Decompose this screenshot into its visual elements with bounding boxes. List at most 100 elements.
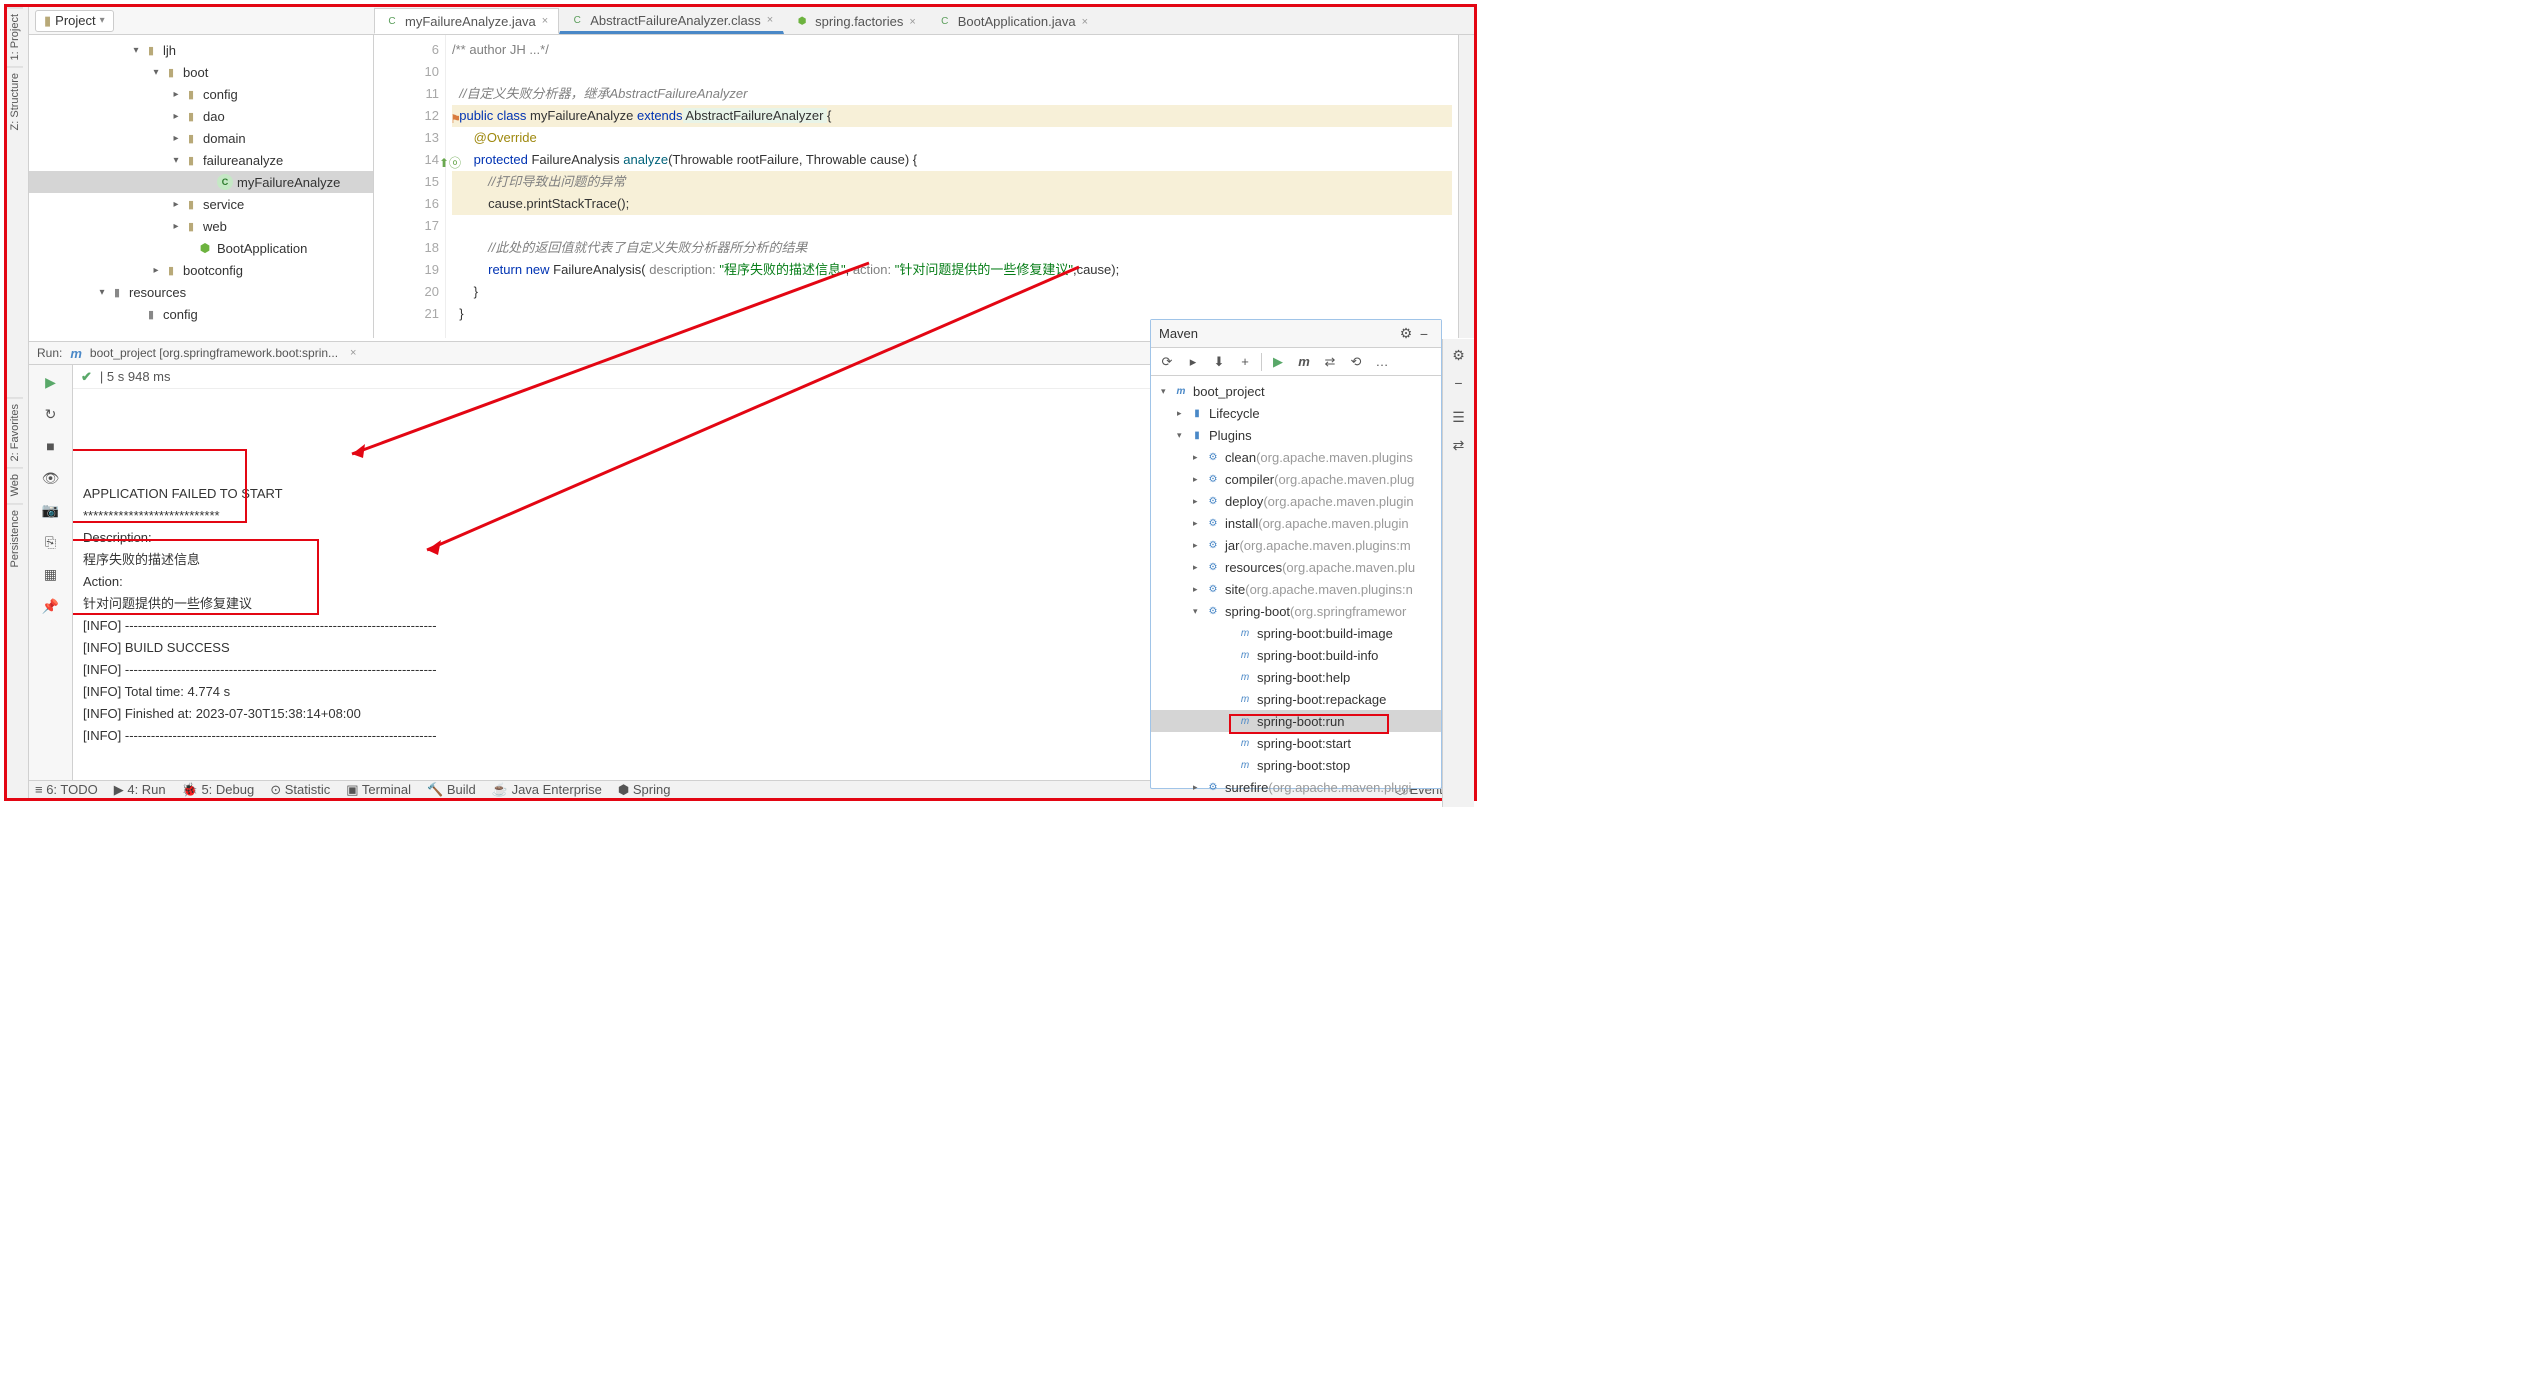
tree-item[interactable]: CmyFailureAnalyze xyxy=(29,171,373,193)
gear-icon[interactable]: ⚙ xyxy=(1397,325,1415,342)
tree-item[interactable]: ▸▮bootconfig xyxy=(29,259,373,281)
maven-tool-icon[interactable]: ⟲ xyxy=(1346,352,1366,372)
db-icon[interactable]: ☰ xyxy=(1449,407,1469,427)
tool-icon[interactable]: ⇄ xyxy=(1449,435,1469,455)
editor-tab[interactable]: ⬢spring.factories× xyxy=(784,8,927,34)
code-editor[interactable]: 6101112⚑1314⬆ⓞ15161718192021 /** author … xyxy=(374,35,1458,338)
maven-tree-item[interactable]: ▾⚙spring-boot (org.springframewor xyxy=(1151,600,1441,622)
maven-tree-item[interactable]: mspring-boot:repackage xyxy=(1151,688,1441,710)
close-icon[interactable]: × xyxy=(350,347,356,359)
layout-icon[interactable]: ▦ xyxy=(40,563,62,585)
maven-tree-item[interactable]: ▸⚙site (org.apache.maven.plugins:n xyxy=(1151,578,1441,600)
tree-item[interactable]: ▸▮dao xyxy=(29,105,373,127)
lefttab-web[interactable]: Web xyxy=(7,467,23,502)
maven-tree-item[interactable]: ▸▮Lifecycle xyxy=(1151,402,1441,424)
maven-tree-item[interactable]: ▸⚙clean (org.apache.maven.plugins xyxy=(1151,446,1441,468)
project-view-selector[interactable]: ▮ Project ▾ xyxy=(35,10,114,32)
maven-tool-icon[interactable]: ⬇ xyxy=(1209,352,1229,372)
gear-icon[interactable]: ⚙ xyxy=(1449,345,1469,365)
maven-tool-icon[interactable]: ▶ xyxy=(1268,352,1288,372)
maven-tree-item[interactable]: ▸⚙surefire (org.apache.maven.plugi xyxy=(1151,776,1441,798)
lefttab-persist[interactable]: Persistence xyxy=(7,503,23,573)
run-label: Run: xyxy=(37,346,62,360)
maven-tree-item[interactable]: mspring-boot:stop xyxy=(1151,754,1441,776)
tree-item[interactable]: ▮config xyxy=(29,303,373,325)
tree-item[interactable]: ▸▮domain xyxy=(29,127,373,149)
maven-tool-icon[interactable]: m xyxy=(1294,352,1314,372)
tree-item[interactable]: ▸▮web xyxy=(29,215,373,237)
maven-tree-item[interactable]: mspring-boot:build-image xyxy=(1151,622,1441,644)
folder-icon: ▮ xyxy=(44,13,51,29)
maven-title: Maven xyxy=(1159,326,1198,341)
bottom-tab[interactable]: ☕ Java Enterprise xyxy=(492,782,602,798)
maven-tool-icon[interactable]: … xyxy=(1372,352,1392,372)
chevron-icon: ▾ xyxy=(149,67,163,78)
tree-item[interactable]: ▾▮ljh xyxy=(29,39,373,61)
bottom-tab[interactable]: 🐞 5: Debug xyxy=(182,782,255,798)
lefttab-structure[interactable]: Z: Structure xyxy=(7,66,23,136)
close-icon[interactable]: × xyxy=(909,16,915,28)
tree-item[interactable]: ▸▮config xyxy=(29,83,373,105)
code-ty: FailureAnalysis xyxy=(528,152,623,167)
editor-tab[interactable]: CAbstractFailureAnalyzer.class× xyxy=(559,8,784,34)
chevron-icon: ▾ xyxy=(1161,386,1173,397)
maven-item-group: (org.apache.maven.plu xyxy=(1282,560,1415,575)
tree-item[interactable]: ▾▮failureanalyze xyxy=(29,149,373,171)
tree-item[interactable]: ▾▮boot xyxy=(29,61,373,83)
chevron-down-icon: ▾ xyxy=(100,15,105,26)
camera-icon[interactable]: 📷 xyxy=(40,499,62,521)
maven-tree-item[interactable]: ▸⚙deploy (org.apache.maven.plugin xyxy=(1151,490,1441,512)
tree-item[interactable]: ▸▮service xyxy=(29,193,373,215)
tree-item[interactable]: ⬢BootApplication xyxy=(29,237,373,259)
file-icon: C xyxy=(570,13,584,27)
bottom-tab[interactable]: ⬢ Spring xyxy=(618,782,671,798)
maven-tool-icon[interactable]: ▸ xyxy=(1183,352,1203,372)
chevron-icon: ▸ xyxy=(1177,408,1189,419)
tree-item[interactable]: ▾▮resources xyxy=(29,281,373,303)
bottom-tab[interactable]: ≡ 6: TODO xyxy=(35,782,98,797)
minimize-icon[interactable]: − xyxy=(1415,326,1433,342)
rerun-icon[interactable]: ↻ xyxy=(40,403,62,425)
bottom-tab[interactable]: ▣ Terminal xyxy=(346,782,411,798)
stop-icon[interactable]: ■ xyxy=(40,435,62,457)
exit-icon[interactable]: ⎘ xyxy=(40,531,62,553)
maven-tree-item[interactable]: ▾▮Plugins xyxy=(1151,424,1441,446)
maven-tool-icon[interactable]: ⇄ xyxy=(1320,352,1340,372)
maven-tree-item[interactable]: ▾mboot_project xyxy=(1151,380,1441,402)
code-str: "程序失败的描述信息" xyxy=(716,262,846,277)
maven-tree-item[interactable]: ▸⚙compiler (org.apache.maven.plug xyxy=(1151,468,1441,490)
bottom-tab[interactable]: ⊙ Statistic xyxy=(270,782,330,798)
code-str: "针对问题提供的一些修复建议" xyxy=(891,262,1073,277)
maven-tree[interactable]: ▾mboot_project▸▮Lifecycle▾▮Plugins▸⚙clea… xyxy=(1151,376,1441,802)
code-line: //此处的返回值就代表了自定义失败分析器所分析的结果 xyxy=(488,240,807,255)
maven-item-label: deploy xyxy=(1225,494,1263,509)
maven-tool-icon[interactable]: + xyxy=(1235,352,1255,372)
view-icon[interactable]: 👁 xyxy=(40,467,62,489)
close-icon[interactable]: × xyxy=(767,14,773,26)
maven-tree-item[interactable]: ▸⚙resources (org.apache.maven.plu xyxy=(1151,556,1441,578)
chevron-icon: ▸ xyxy=(1193,584,1205,595)
code-area[interactable]: /** author JH ...*/ //自定义失败分析器，继承Abstrac… xyxy=(446,35,1458,338)
pin-icon[interactable]: 📌 xyxy=(40,595,62,617)
close-icon[interactable]: × xyxy=(542,15,548,27)
maven-tree-item[interactable]: ▸⚙install (org.apache.maven.plugin xyxy=(1151,512,1441,534)
maven-tree-item[interactable]: mspring-boot:build-info xyxy=(1151,644,1441,666)
project-tree[interactable]: ▾▮ljh▾▮boot▸▮config▸▮dao▸▮domain▾▮failur… xyxy=(29,35,373,329)
maven-tree-item[interactable]: ▸⚙jar (org.apache.maven.plugins:m xyxy=(1151,534,1441,556)
lefttab-project[interactable]: 1: Project xyxy=(7,7,23,66)
maven-tree-item[interactable]: mspring-boot:start xyxy=(1151,732,1441,754)
close-icon[interactable]: × xyxy=(1082,16,1088,28)
tree-label: config xyxy=(163,307,198,322)
maven-tree-item[interactable]: mspring-boot:help xyxy=(1151,666,1441,688)
lefttab-fav[interactable]: 2: Favorites xyxy=(7,397,23,467)
editor-tab[interactable]: CmyFailureAnalyze.java× xyxy=(374,8,559,34)
maven-tool-icon[interactable]: ⟳ xyxy=(1157,352,1177,372)
bottom-tab[interactable]: ▶ 4: Run xyxy=(114,782,166,798)
minimize-icon[interactable]: − xyxy=(1449,373,1469,393)
bottom-tab[interactable]: 🔨 Build xyxy=(427,782,476,798)
tree-label: bootconfig xyxy=(183,263,243,278)
maven-item-label: resources xyxy=(1225,560,1282,575)
editor-right-strip xyxy=(1458,35,1474,338)
run-icon[interactable]: ▶ xyxy=(40,371,62,393)
editor-tab[interactable]: CBootApplication.java× xyxy=(927,8,1099,34)
